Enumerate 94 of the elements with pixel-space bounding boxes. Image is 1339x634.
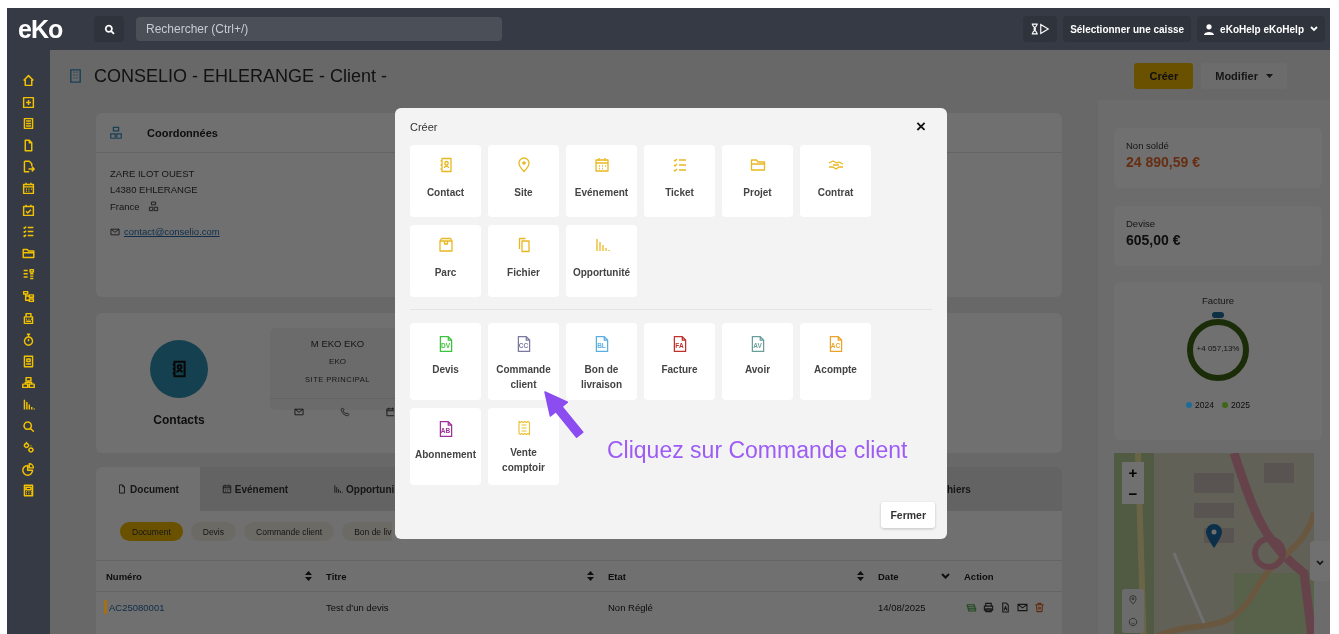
close-button[interactable]: × xyxy=(910,116,932,137)
create-option-button[interactable]: Projet xyxy=(722,145,793,217)
create-option-button[interactable]: Vente comptoir xyxy=(488,408,559,485)
create-option-button[interactable]: Evénement xyxy=(566,145,637,217)
chevron-down-icon xyxy=(1316,559,1324,566)
document-icon[interactable] xyxy=(22,138,35,152)
box-icon xyxy=(437,237,454,253)
column-header: Action xyxy=(964,570,994,582)
folder-icon xyxy=(749,157,766,173)
create-option-button[interactable]: Fichier xyxy=(488,225,559,297)
register-icon[interactable] xyxy=(22,311,35,325)
create-option-button[interactable]: Site xyxy=(488,145,559,217)
contact-name: M EKO EKO xyxy=(310,338,365,349)
legend-label: 2024 xyxy=(1195,400,1214,410)
close-dialog-button[interactable]: Fermer xyxy=(881,502,935,528)
table-cell: Non Réglé xyxy=(608,601,653,613)
tree-icon[interactable] xyxy=(22,289,35,303)
table-cell: Test d'un devis xyxy=(326,601,389,613)
register-mode-button[interactable] xyxy=(1023,16,1058,42)
calendar-icon xyxy=(593,157,610,173)
legend-label: 2025 xyxy=(1231,400,1250,410)
mail-icon xyxy=(110,226,120,237)
folder-icon[interactable] xyxy=(22,246,35,260)
create-option-button[interactable]: Contact xyxy=(410,145,481,217)
create-option-button[interactable]: Opportunité xyxy=(566,225,637,297)
calendar-check-icon[interactable] xyxy=(22,203,35,217)
chart-title: Facture xyxy=(1201,295,1235,306)
bars-icon[interactable] xyxy=(22,397,35,411)
sort-icon[interactable] xyxy=(857,571,864,581)
pdf-icon[interactable] xyxy=(1000,601,1011,613)
card-title: Coordonnées xyxy=(147,126,218,139)
calculator-icon[interactable] xyxy=(22,484,35,498)
bars-icon xyxy=(333,484,343,494)
export-icon[interactable] xyxy=(22,160,35,174)
dialog-title: Créer xyxy=(410,120,438,133)
register-select-button[interactable]: Sélectionner une caisse xyxy=(1063,16,1192,42)
column-header: Etat xyxy=(608,570,626,582)
create-option-button[interactable]: Ticket xyxy=(644,145,715,217)
column-header: Titre xyxy=(326,570,347,582)
column-header: Date xyxy=(878,570,899,582)
pie-icon[interactable] xyxy=(22,462,35,476)
chart-center-value: +4 057,13% xyxy=(1195,344,1241,353)
user-icon xyxy=(1204,23,1215,35)
address-line: ZARE ILOT OUEST xyxy=(110,167,195,179)
search-field[interactable]: Rechercher (Ctrl+/) xyxy=(136,17,502,41)
column-header: Numéro xyxy=(106,570,142,582)
document-icon xyxy=(117,484,128,494)
table-cell: 14/08/2025 xyxy=(878,601,926,613)
chevron-down-icon xyxy=(1310,26,1318,32)
map-pin-icon[interactable] xyxy=(1206,524,1222,548)
stat-label: Devise xyxy=(1126,218,1157,229)
calendar-icon xyxy=(221,484,232,494)
logo[interactable]: eKo xyxy=(18,14,94,44)
annotation-text: Cliquez sur Commande client xyxy=(607,437,908,464)
bars-icon xyxy=(593,237,610,253)
tab[interactable]: Document xyxy=(96,467,200,511)
search-icon xyxy=(103,23,115,35)
checklist-icon xyxy=(671,157,688,173)
contact-company: EKO xyxy=(329,357,346,366)
calendar-icon[interactable] xyxy=(385,407,394,417)
building-icon xyxy=(68,68,83,84)
address-line: L4380 EHLERANGE xyxy=(110,184,198,196)
donut-chart-drawing xyxy=(1186,312,1250,382)
user-menu-button[interactable]: eKoHelp eKoHelp xyxy=(1197,16,1325,42)
marker-outline-icon[interactable] xyxy=(1128,595,1138,605)
gears-icon[interactable] xyxy=(22,441,35,455)
stat-value: 24 890,59 € xyxy=(1126,154,1201,170)
stat-value: 605,00 € xyxy=(1126,232,1182,248)
id-badge-icon[interactable] xyxy=(22,354,35,368)
hourglass-play-icon xyxy=(1030,23,1051,35)
tasks-icon[interactable] xyxy=(22,268,35,282)
caret-down-icon xyxy=(1266,74,1273,78)
section-label: Contacts xyxy=(153,413,205,427)
sort-icon[interactable] xyxy=(305,571,312,581)
timer-icon[interactable] xyxy=(22,333,35,347)
create-option-button[interactable]: Contrat xyxy=(800,145,871,217)
location-pin-icon xyxy=(515,157,532,173)
chevron-down-icon[interactable] xyxy=(941,573,950,579)
home-icon[interactable] xyxy=(22,74,35,87)
receipt-icon xyxy=(515,419,532,437)
address-line: France xyxy=(110,200,140,212)
search-button[interactable] xyxy=(94,16,124,42)
phone-icon[interactable] xyxy=(339,407,350,417)
page-title: CONSELIO - EHLERANGE - Client - xyxy=(94,65,388,87)
checklist-icon[interactable] xyxy=(22,225,35,239)
receipt-icon[interactable] xyxy=(22,117,35,131)
mail-icon[interactable] xyxy=(293,407,304,417)
network-icon[interactable] xyxy=(22,376,35,390)
create-option-button[interactable]: Parc xyxy=(410,225,481,297)
search-icon[interactable] xyxy=(22,419,35,433)
print-icon[interactable] xyxy=(983,601,994,613)
sort-icon[interactable] xyxy=(587,571,594,581)
mail-icon[interactable] xyxy=(1017,601,1028,613)
stat-label: Non soldé xyxy=(1126,140,1170,151)
